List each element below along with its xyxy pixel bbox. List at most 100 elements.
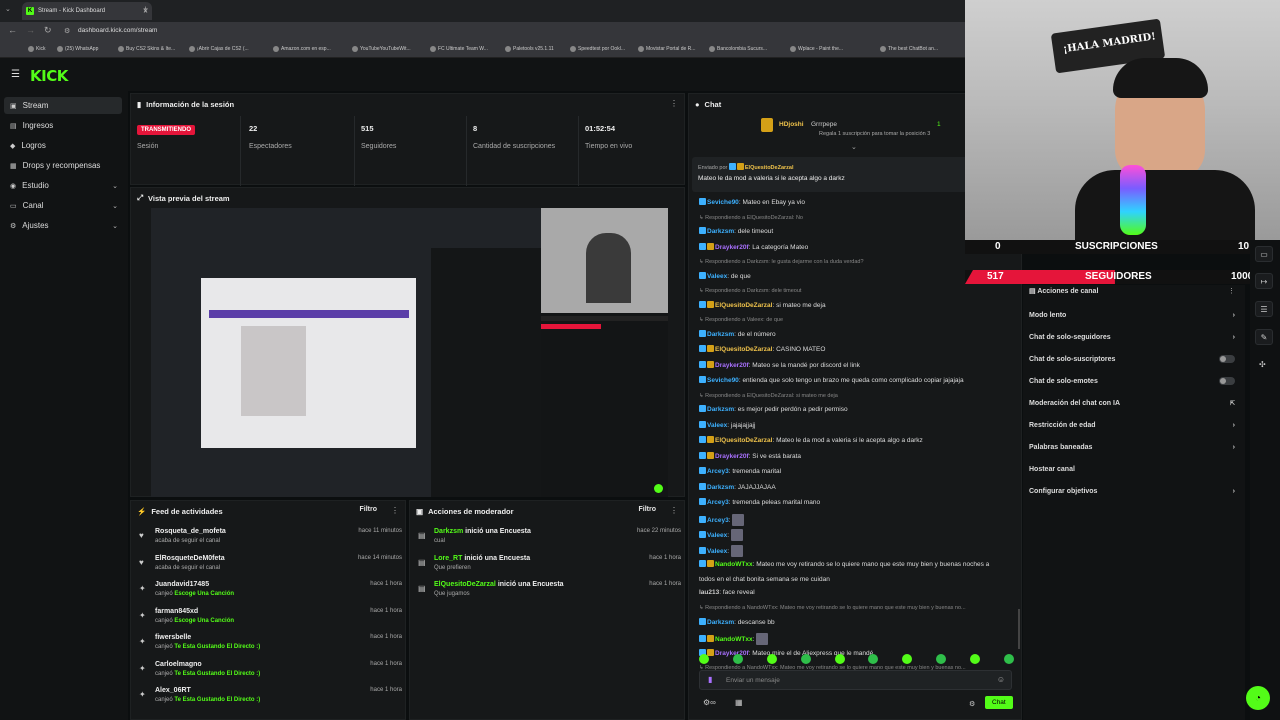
chat-username[interactable]: Valeex [707,532,727,539]
list-icon[interactable]: ☰ [1255,301,1273,317]
chevron-right-icon[interactable]: › [1233,444,1235,451]
forward-icon[interactable]: → [26,25,35,35]
help-chat-icon[interactable]: ◔ [1246,686,1270,710]
layout-icon[interactable]: ▭ [1255,246,1273,262]
feed-username[interactable]: fiwersbelle [155,634,191,641]
gift-icon[interactable]: ▦ [735,698,743,707]
mod-username[interactable]: ElQuesitoDeZarzal [434,581,496,588]
gift-sub-text[interactable]: Regala 1 suscripción para tomar la posic… [819,131,930,137]
chat-username[interactable]: Valeex [707,273,727,280]
sidebar-item-drops-y-recompensas[interactable]: ▦ Drops y recompensas [4,157,122,174]
chat-username[interactable]: lau213 [699,589,719,596]
bookmark-item[interactable]: Amazon.com en esp... [273,46,331,52]
bookmark-item[interactable]: Movistar Portal de R... [638,46,695,52]
top-gifter-name-2[interactable]: Grrrpepe [811,121,837,128]
chevron-right-icon[interactable]: › [1233,422,1235,429]
chat-username[interactable]: Darkzsm [707,406,734,413]
external-link-icon[interactable]: ⇱ [1230,400,1235,407]
chat-username[interactable]: Valeex [707,422,727,429]
chat-username[interactable]: Darkzsm [707,331,734,338]
channel-action-4[interactable]: Moderación del chat con IA ⇱ [1029,400,1239,407]
chat-username[interactable]: Darkzsm [707,484,734,491]
chat-username[interactable]: NandoWTxx [715,636,753,643]
sidebar-item-estudio[interactable]: ◉ Estudio ⌄ [4,177,122,194]
bookmark-item[interactable]: ¡Abrir Cajas de CS2 (... [189,46,249,52]
sidebar-item-logros[interactable]: ◆ Logros [4,137,122,154]
chat-username[interactable]: NandoWTxx [715,561,753,568]
chevron-right-icon[interactable]: › [1233,488,1235,495]
chat-scrollbar[interactable] [1018,609,1020,649]
emote-icon[interactable] [766,654,777,664]
emote-icon[interactable] [699,654,709,664]
bookmark-item[interactable]: Speedtest por Ookl... [570,46,625,52]
top-gifter-name[interactable]: HDjoshi [779,121,804,128]
mod-tools-icon[interactable]: ⚙∞ [703,698,716,707]
channel-action-6[interactable]: Palabras baneadas › [1029,444,1239,451]
tab-menu-icon[interactable]: ⌄ [5,5,11,13]
sidebar-item-ingresos[interactable]: ▤ Ingresos [4,117,122,134]
bookmark-item[interactable]: FC Ultimate Team W... [430,46,488,52]
puzzle-icon[interactable]: ✣ [1259,360,1266,369]
channel-actions-more-icon[interactable]: ⋮ [1228,287,1235,295]
redirect-icon[interactable]: ↦ [1255,273,1273,289]
chat-username[interactable]: ElQuesitoDeZarzal [715,437,772,444]
chat-username[interactable]: Arcey3 [707,468,729,475]
chat-username[interactable]: Arcey3 [707,517,729,524]
bookmark-item[interactable]: YouTubeYouTubeWit... [352,46,411,52]
bookmark-item[interactable]: Buy CS2 Skins & Ite... [118,46,175,52]
chat-username[interactable]: Valeex [707,548,727,555]
emote-icon[interactable] [834,654,845,664]
wrench-icon[interactable]: ✎ [1255,329,1273,345]
chat-collapse-icon[interactable]: ⌄ [851,143,857,151]
new-tab-icon[interactable]: + [143,4,148,14]
bookmark-item[interactable]: The best ChatBot an... [880,46,938,52]
chat-username[interactable]: Drayker20f [715,244,749,251]
mod-filter-button[interactable]: Filtro [639,506,657,513]
kick-logo[interactable]: KICK [30,67,68,85]
bookmark-item[interactable]: Bancolombia Sucurs... [709,46,767,52]
emote-icon[interactable] [902,654,913,664]
channel-action-5[interactable]: Restricción de edad › [1029,422,1239,429]
channel-action-7[interactable]: Hostear canal [1029,466,1239,473]
toggle-switch[interactable] [1219,355,1235,363]
mod-more-icon[interactable]: ⋮ [670,506,678,515]
feed-more-icon[interactable]: ⋮ [391,506,399,515]
stream-preview-video[interactable] [151,208,668,497]
bookmark-item[interactable]: (25) WhatsApp [57,46,98,52]
chevron-right-icon[interactable]: › [1233,334,1235,341]
chat-input[interactable]: ▮ Enviar un mensaje ☺ [699,670,1012,690]
feed-username[interactable]: Carloelmagno [155,661,202,668]
back-icon[interactable]: ← [8,25,17,35]
channel-action-1[interactable]: Chat de solo-seguidores › [1029,334,1239,341]
feed-username[interactable]: Alex_06RT [155,687,191,694]
emote-icon[interactable] [732,654,743,664]
bookmark-item[interactable]: Kick [28,46,45,52]
mod-username[interactable]: Darkzsm [434,528,463,535]
channel-action-3[interactable]: Chat de solo-emotes [1029,377,1239,385]
chat-username[interactable]: Arcey3 [707,499,729,506]
feed-username[interactable]: Rosqueta_de_mofeta [155,528,226,535]
browser-tab[interactable]: K Stream - Kick Dashboard ✕ [22,2,152,20]
site-info-icon[interactable]: ⚙ [64,27,70,35]
emote-icon[interactable] [936,654,947,664]
chat-username[interactable]: Seviche90 [707,199,739,206]
sidebar-item-stream[interactable]: ▣ Stream [4,97,122,114]
sidebar-item-canal[interactable]: ▭ Canal ⌄ [4,197,122,214]
chat-username[interactable]: Seviche90 [707,377,739,384]
sidebar-item-ajustes[interactable]: ⚙ Ajustes ⌄ [4,217,122,234]
feed-username[interactable]: ElRosqueteDeM0feta [155,555,225,562]
bookmark-item[interactable]: Wplace - Paint the... [790,46,843,52]
channel-action-2[interactable]: Chat de solo-suscriptores [1029,355,1239,363]
channel-action-0[interactable]: Modo lento › [1029,312,1239,319]
channel-action-8[interactable]: Configurar objetivos › [1029,488,1239,495]
chat-username[interactable]: Darkzsm [707,228,734,235]
emote-icon[interactable] [970,654,980,664]
expand-icon[interactable]: ⤢ [137,193,143,203]
menu-icon[interactable]: ☰ [11,69,20,80]
mod-username[interactable]: Lore_RT [434,555,462,562]
reload-icon[interactable]: ↻ [44,25,52,36]
emoji-icon[interactable]: ☺ [997,675,1005,684]
bookmark-item[interactable]: Paletools v25.1.11 [505,46,554,52]
emote-icon[interactable] [1003,654,1014,664]
chat-username[interactable]: Drayker20f [715,453,749,460]
